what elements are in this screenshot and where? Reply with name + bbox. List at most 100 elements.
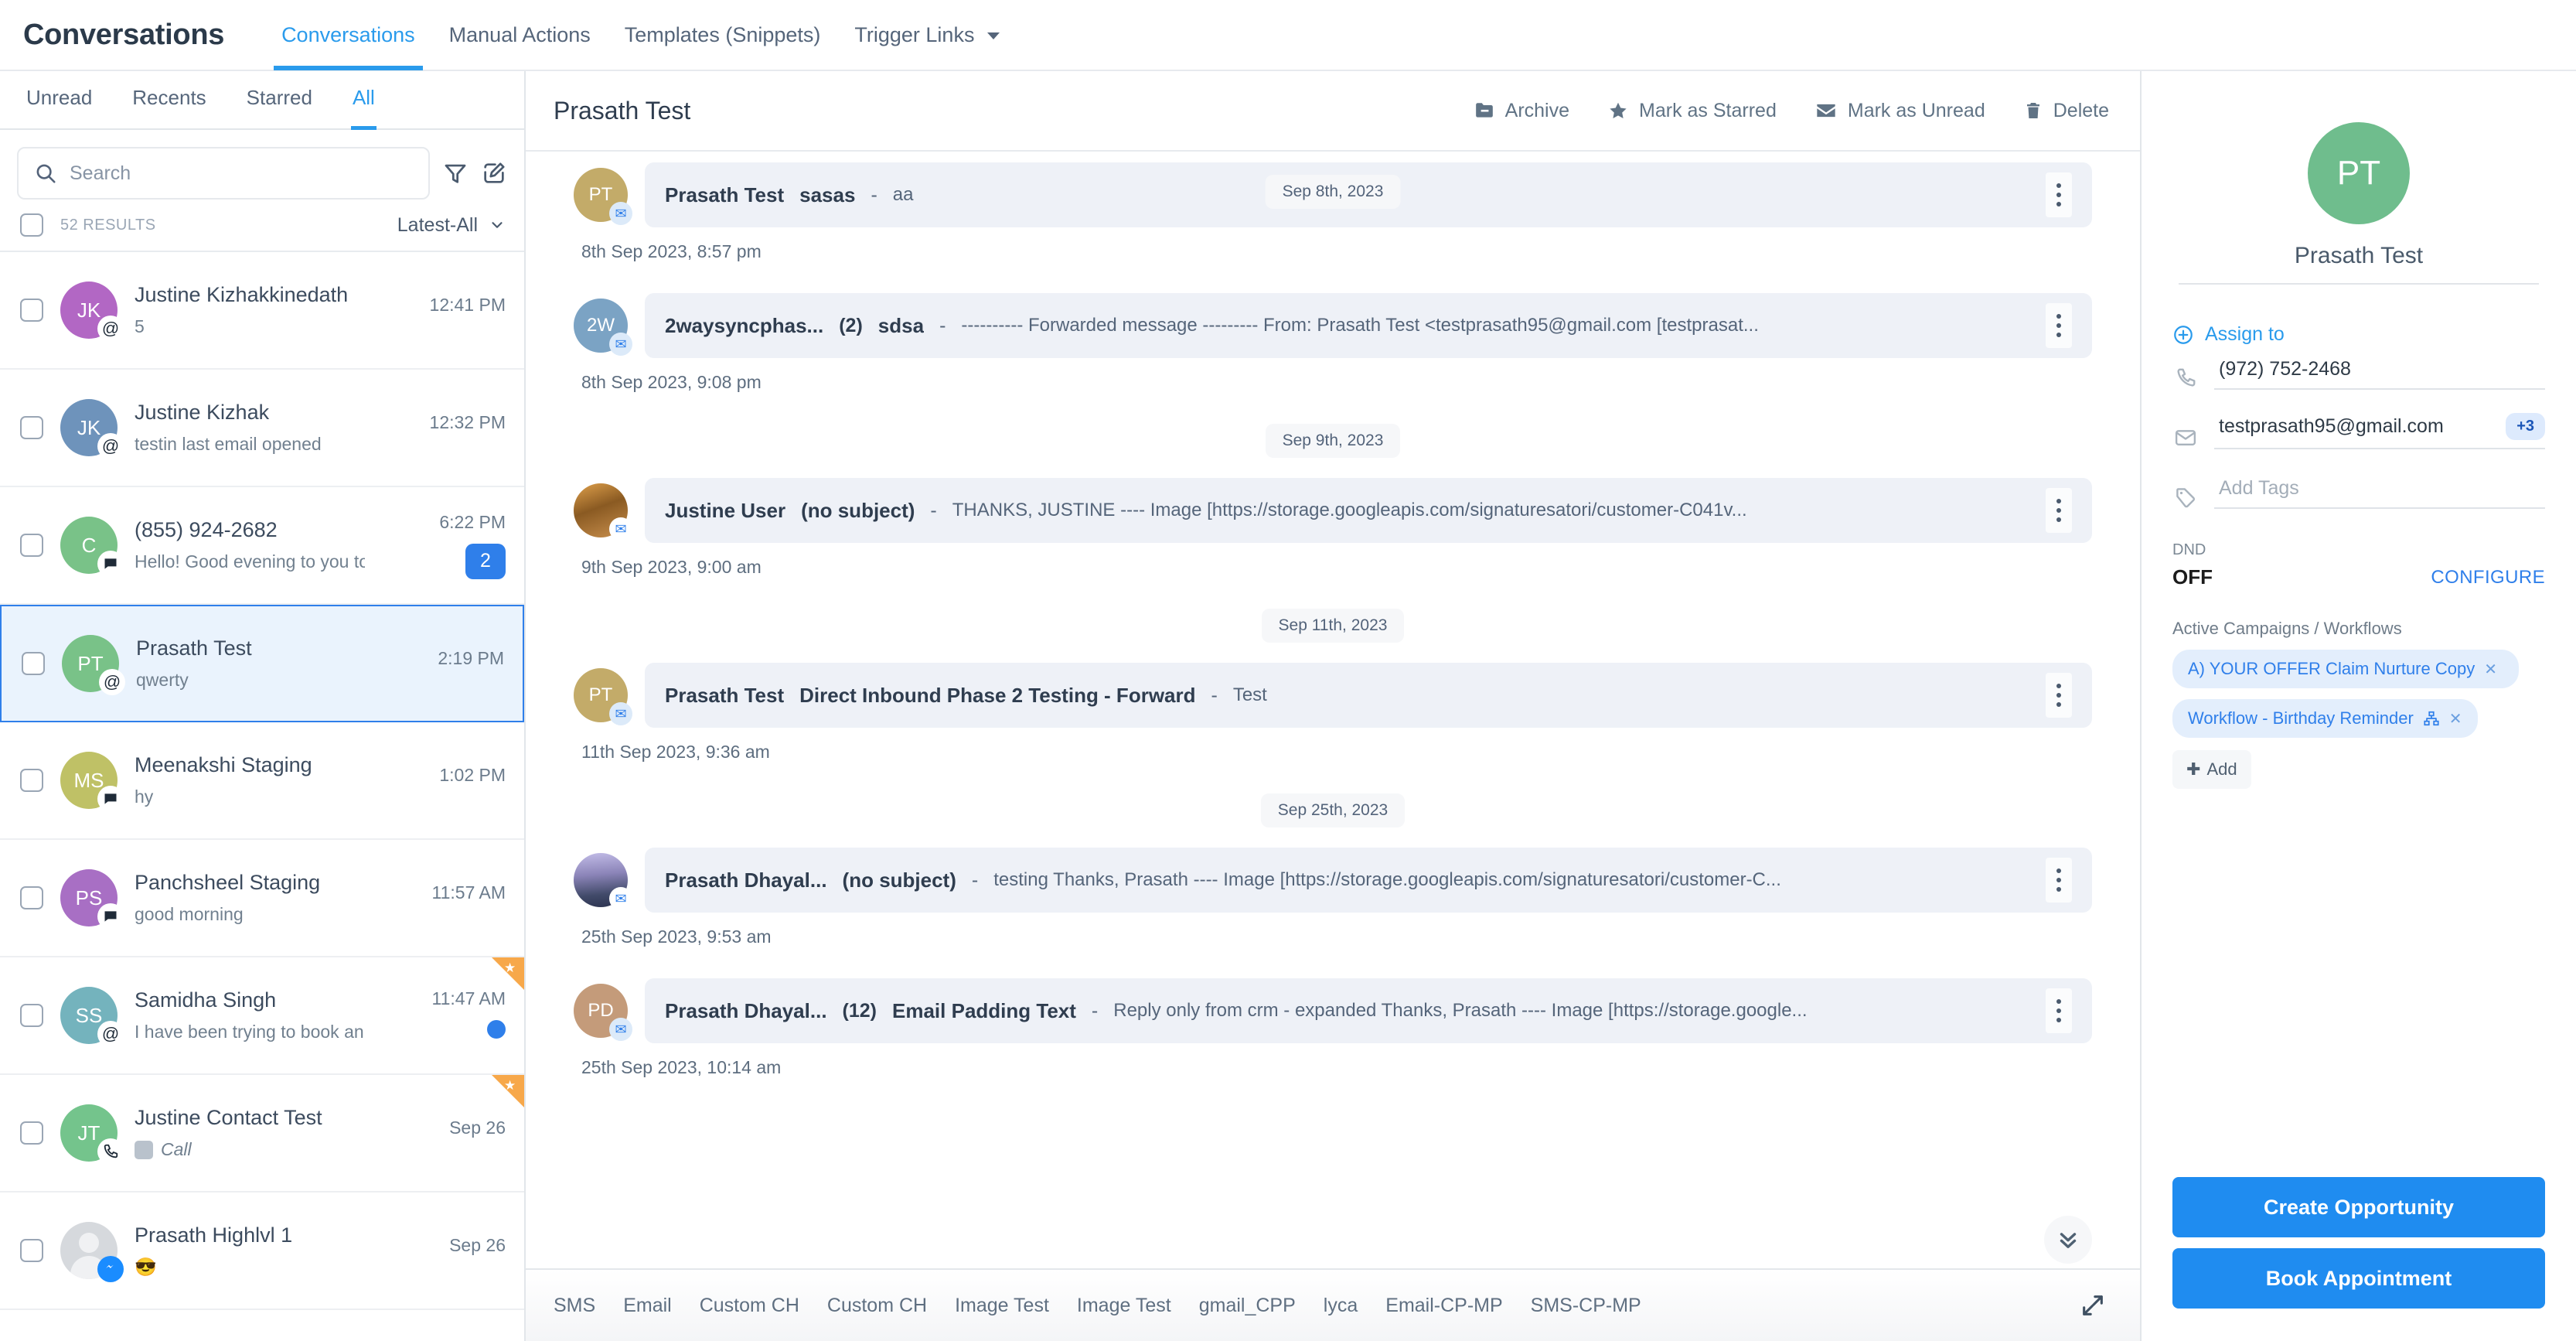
row-checkbox[interactable] — [20, 1121, 43, 1145]
sort-dropdown[interactable]: Latest-All — [397, 214, 506, 237]
composer-tab-sms[interactable]: SMS — [554, 1295, 595, 1317]
composer-tab-sms-cp-mp[interactable]: SMS-CP-MP — [1531, 1295, 1641, 1317]
composer-tab-image-test-2[interactable]: Image Test — [1077, 1295, 1171, 1317]
list-item-name: Samidha Singh — [135, 988, 277, 1012]
message-bubble[interactable]: Prasath Dhayal... (12) Email Padding Tex… — [645, 978, 2092, 1043]
email-field[interactable]: testprasath95@gmail.com +3 — [2214, 410, 2545, 449]
list-item[interactable]: JK @ Justine Kizhak testin last email op… — [0, 370, 524, 487]
search-box[interactable] — [17, 147, 430, 200]
tab-trigger-links[interactable]: Trigger Links — [837, 0, 1017, 70]
message-menu-button[interactable] — [2046, 858, 2072, 903]
composer-tab-custom-ch-2[interactable]: Custom CH — [827, 1295, 927, 1317]
scroll-to-bottom-button[interactable] — [2044, 1216, 2092, 1264]
thread-body[interactable]: PT ✉ Prasath Test sasas - aa Sep 8th, 20… — [526, 152, 2140, 1268]
message-row[interactable]: PD ✉ Prasath Dhayal... (12) Email Paddin… — [574, 978, 2092, 1043]
row-checkbox[interactable] — [20, 299, 43, 322]
filter-tab-all[interactable]: All — [332, 70, 395, 130]
list-item-time: 11:47 AM — [431, 988, 506, 1008]
message-menu-button[interactable] — [2046, 488, 2072, 533]
mark-starred-button[interactable]: Mark as Starred — [1608, 100, 1777, 122]
message-menu-button[interactable] — [2046, 303, 2072, 348]
composer-tab-gmail-cpp[interactable]: gmail_CPP — [1199, 1295, 1296, 1317]
message-bubble[interactable]: 2waysyncphas... (2) sdsa - ---------- Fo… — [645, 293, 2092, 358]
message-bubble[interactable]: Justine User (no subject) - THANKS, JUST… — [645, 478, 2092, 543]
chevron-down-icon — [986, 32, 1000, 40]
email-value: testprasath95@gmail.com — [2219, 415, 2444, 437]
list-item-selected[interactable]: PT @ Prasath Test qwerty 2:19 PM — [0, 605, 524, 722]
message-row[interactable]: ✉ Justine User (no subject) - THANKS, JU… — [574, 478, 2092, 543]
composer-tab-custom-ch-1[interactable]: Custom CH — [700, 1295, 799, 1317]
message-bubble[interactable]: Prasath Test Direct Inbound Phase 2 Test… — [645, 663, 2092, 728]
composer-tab-image-test-1[interactable]: Image Test — [955, 1295, 1049, 1317]
mark-starred-label: Mark as Starred — [1639, 99, 1777, 121]
filter-tab-unread[interactable]: Unread — [6, 70, 112, 128]
message-count: (12) — [842, 999, 877, 1022]
message-row[interactable]: ✉ Prasath Dhayal... (no subject) - testi… — [574, 848, 2092, 913]
campaign-chip-label: A) YOUR OFFER Claim Nurture Copy — [2188, 659, 2475, 678]
expand-composer-button[interactable] — [2080, 1292, 2106, 1319]
row-checkbox[interactable] — [22, 652, 45, 675]
composer-tab-lyca[interactable]: lyca — [1324, 1295, 1358, 1317]
filter-tab-starred[interactable]: Starred — [227, 70, 332, 128]
row-checkbox[interactable] — [20, 769, 43, 792]
row-checkbox[interactable] — [20, 416, 43, 439]
search-input[interactable] — [70, 162, 413, 185]
book-appointment-button[interactable]: Book Appointment — [2172, 1248, 2545, 1309]
message-snippet: Test — [1232, 684, 1267, 705]
mark-unread-button[interactable]: Mark as Unread — [1815, 100, 1985, 122]
list-item[interactable]: ★ SS @ Samidha Singh I have been trying … — [0, 957, 524, 1075]
create-opportunity-button[interactable]: Create Opportunity — [2172, 1177, 2545, 1237]
message-row[interactable]: 2W ✉ 2waysyncphas... (2) sdsa - --------… — [574, 293, 2092, 358]
add-campaign-button[interactable]: ✚ Add — [2172, 750, 2251, 789]
row-checkbox[interactable] — [20, 886, 43, 909]
list-item-time: 6:22 PM — [439, 511, 506, 532]
list-item-meta: Sep 26 — [382, 1235, 506, 1267]
list-item-meta: 12:41 PM — [382, 295, 506, 326]
date-divider: Sep 8th, 2023 — [1265, 175, 1401, 209]
row-checkbox[interactable] — [20, 1239, 43, 1262]
sort-dropdown-label: Latest-All — [397, 213, 478, 236]
message-row[interactable]: PT ✉ Prasath Test Direct Inbound Phase 2… — [574, 663, 2092, 728]
workflow-chip[interactable]: Workflow - Birthday Reminder ✕ — [2172, 699, 2478, 738]
list-item[interactable]: JK @ Justine Kizhakkinedath 5 12:41 PM — [0, 252, 524, 370]
list-item[interactable]: MS Meenakshi Staging hy 1:02 PM — [0, 722, 524, 840]
composer-tab-email[interactable]: Email — [623, 1295, 672, 1317]
close-icon[interactable]: ✕ — [2484, 660, 2497, 679]
compose-button[interactable] — [481, 160, 507, 186]
filter-button[interactable] — [442, 160, 469, 186]
message-bubble[interactable]: Prasath Dhayal... (no subject) - testing… — [645, 848, 2092, 913]
select-all-checkbox[interactable] — [20, 213, 43, 237]
campaign-chip[interactable]: A) YOUR OFFER Claim Nurture Copy ✕ — [2172, 650, 2519, 688]
filter-tab-recents[interactable]: Recents — [112, 70, 226, 128]
close-icon[interactable]: ✕ — [2449, 709, 2462, 729]
contact-panel: PT Prasath Test Assign to (972) 752-2468 — [2142, 71, 2576, 1341]
tags-field[interactable]: Add Tags — [2214, 474, 2545, 509]
dnd-label: DND — [2172, 541, 2206, 558]
thread-header: Prasath Test Archive Mark as Starred Mar… — [526, 71, 2140, 152]
tab-manual-actions[interactable]: Manual Actions — [432, 0, 608, 70]
row-checkbox[interactable] — [20, 1004, 43, 1027]
list-item[interactable]: ★ JT Justine Contact Test Call Sep 26 — [0, 1075, 524, 1193]
list-item-preview: good morning — [135, 904, 244, 924]
email-channel-icon: @ — [99, 669, 125, 695]
delete-button[interactable]: Delete — [2024, 100, 2109, 122]
composer-tab-email-cp-mp[interactable]: Email-CP-MP — [1385, 1295, 1502, 1317]
message-menu-button[interactable] — [2046, 172, 2072, 217]
configure-button[interactable]: CONFIGURE — [2431, 567, 2545, 589]
message-menu-button[interactable] — [2046, 988, 2072, 1033]
list-item[interactable]: Prasath Highlvl 1 😎 Sep 26 — [0, 1193, 524, 1310]
conversation-list[interactable]: JK @ Justine Kizhakkinedath 5 12:41 PM J… — [0, 252, 524, 1341]
conversation-list-panel: Unread Recents Starred All Search 52 RES… — [0, 71, 526, 1341]
row-checkbox[interactable] — [20, 534, 43, 557]
message-separator: - — [930, 499, 937, 521]
phone-field[interactable]: (972) 752-2468 — [2214, 355, 2545, 390]
tab-conversations[interactable]: Conversations — [264, 0, 432, 70]
email-extra-count-badge[interactable]: +3 — [2506, 413, 2545, 440]
archive-button[interactable]: Archive — [1474, 100, 1569, 122]
list-item[interactable]: C (855) 924-2682 Hello! Good evening to … — [0, 487, 524, 605]
email-channel-icon: @ — [97, 1021, 124, 1047]
assign-to-button[interactable]: Assign to — [2172, 323, 2545, 346]
tab-templates-snippets[interactable]: Templates (Snippets) — [608, 0, 838, 70]
list-item[interactable]: PS Panchsheel Staging good morning 11:57… — [0, 840, 524, 957]
message-menu-button[interactable] — [2046, 673, 2072, 718]
